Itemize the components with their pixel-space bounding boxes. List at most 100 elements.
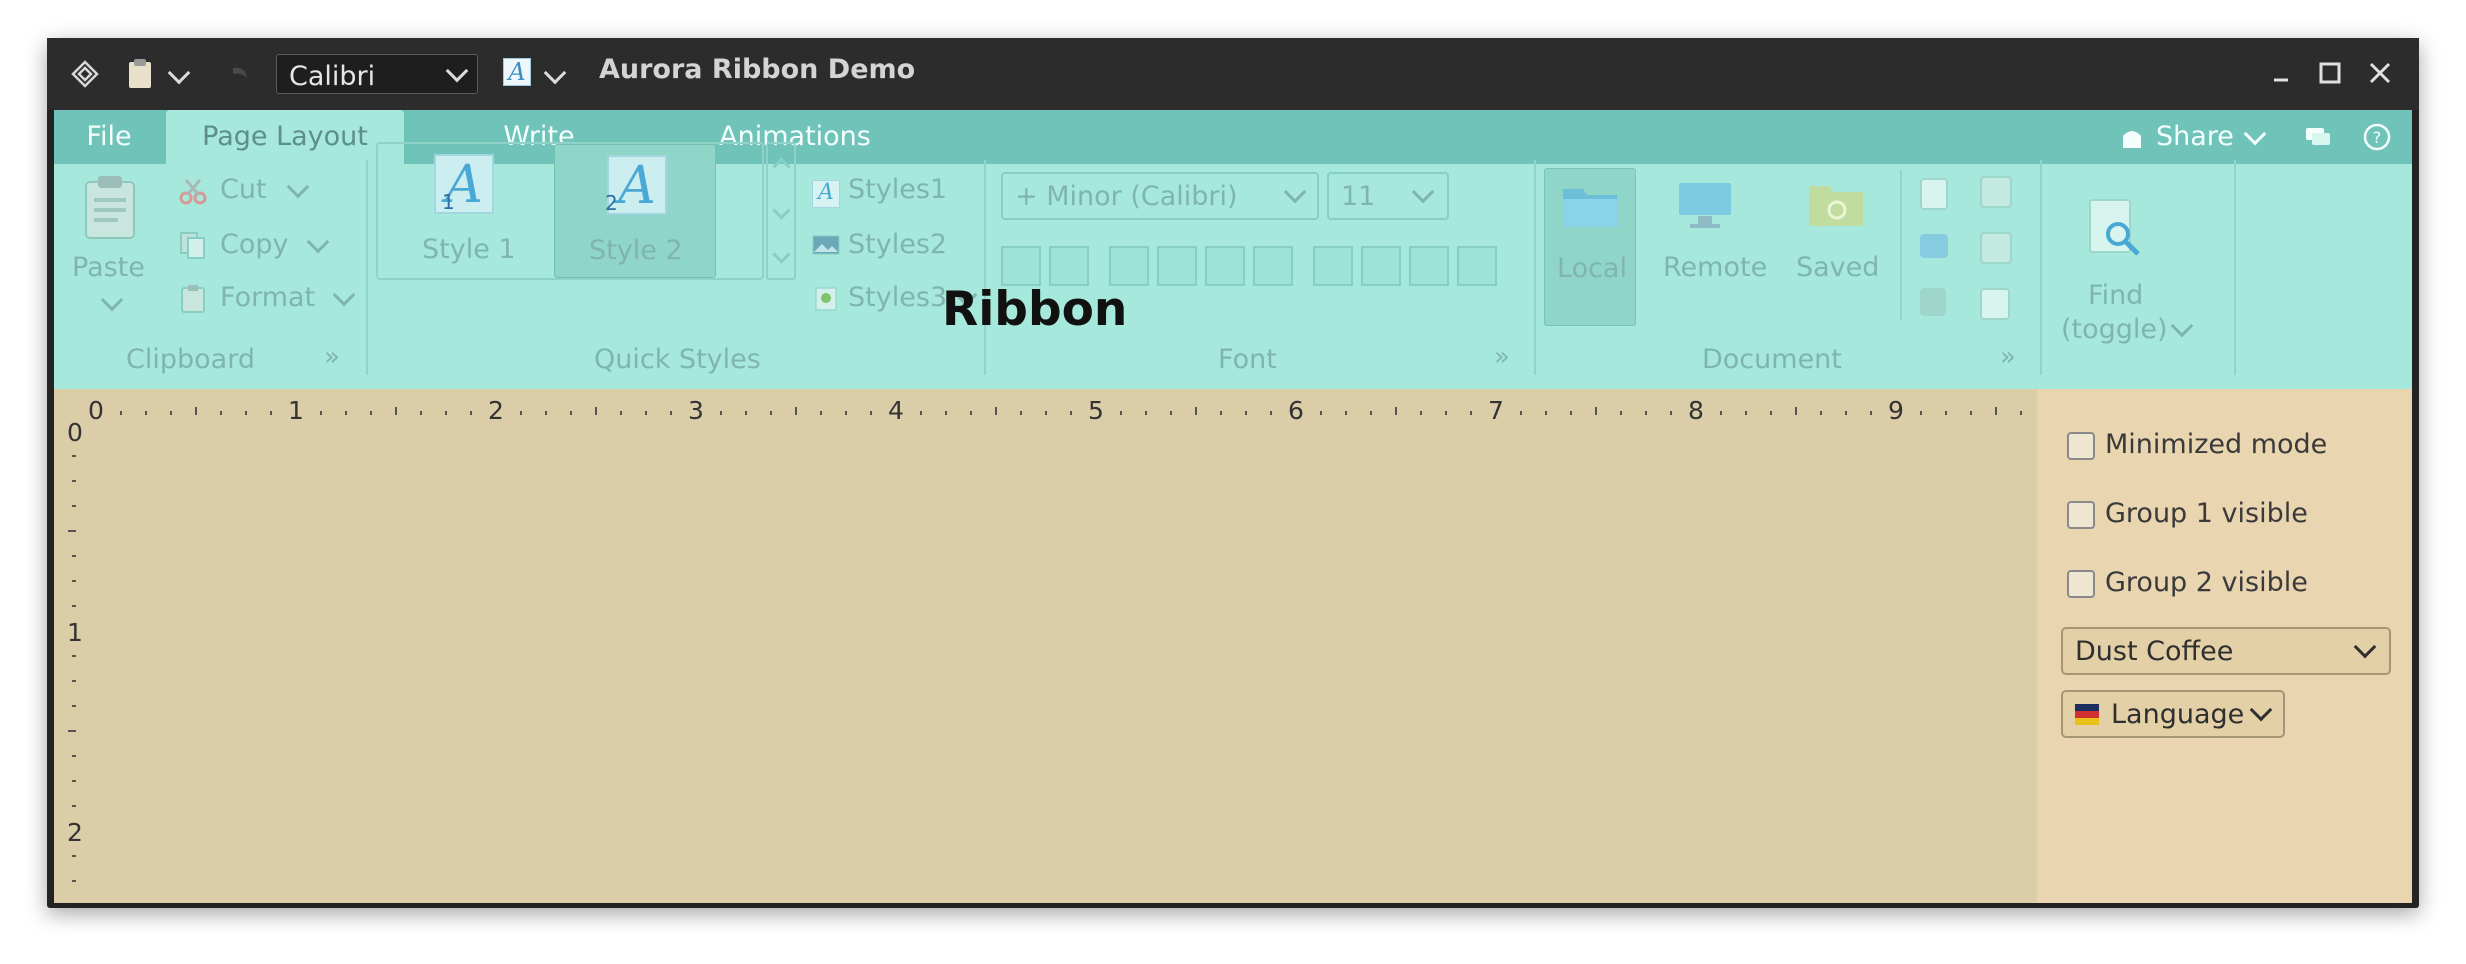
import-icon[interactable] <box>1920 288 1946 316</box>
ruler-h-label: 9 <box>1888 396 1904 425</box>
language-value: Language <box>2111 699 2245 730</box>
font-name-combo[interactable]: Calibri <box>276 54 478 94</box>
style-2-label: Style 2 <box>589 235 683 266</box>
format-chevron-icon[interactable] <box>332 283 356 307</box>
local-label: Local <box>1557 253 1627 284</box>
copy-button[interactable]: Copy <box>220 229 289 260</box>
document-expand-icon[interactable]: » <box>2000 342 2016 372</box>
minimize-icon[interactable] <box>2264 56 2298 90</box>
help-icon[interactable]: ? <box>2363 123 2391 151</box>
horizontal-ruler: 0123456789 <box>88 396 2022 425</box>
find-label-line2[interactable]: (toggle) <box>2061 314 2168 345</box>
print-icon[interactable] <box>1980 176 2012 208</box>
styles1-button[interactable]: Styles1 <box>848 174 947 205</box>
print-preview-icon[interactable] <box>1980 232 2012 264</box>
style-2-number: 2 <box>605 191 618 215</box>
cut-chevron-icon[interactable] <box>286 175 310 199</box>
group-2-visible-checkbox[interactable] <box>2067 570 2095 598</box>
vertical-ruler: 0 1 2 <box>67 418 83 882</box>
font-size-value: 11 <box>1341 181 1376 212</box>
styles3-button[interactable]: Styles3 <box>848 282 947 313</box>
share-icon <box>2123 131 2141 148</box>
ruler-v-label: 0 <box>67 418 83 447</box>
copy-chevron-icon[interactable] <box>306 230 330 254</box>
cut-button[interactable]: Cut <box>220 174 267 205</box>
share-button[interactable]: Share <box>2119 110 2269 164</box>
style-1-number: 1 <box>442 190 455 214</box>
font-family-combo[interactable]: + Minor (Calibri) <box>1001 172 1319 220</box>
indent-increase-icon[interactable] <box>1049 246 1089 286</box>
tab-file[interactable]: File <box>74 110 144 164</box>
ruler-h-label: 7 <box>1488 396 1504 425</box>
clipboard-expand-icon[interactable]: » <box>324 342 340 372</box>
paste-large-icon[interactable] <box>80 174 140 242</box>
remote-button[interactable]: Remote <box>1663 252 1767 283</box>
tab-page-layout[interactable]: Page Layout <box>166 110 404 164</box>
flag-icon <box>2075 704 2099 725</box>
ruler-h-label: 2 <box>488 396 504 425</box>
align-center-icon[interactable] <box>1361 246 1401 286</box>
font-size-combo[interactable]: 11 <box>1327 172 1449 220</box>
open-folder-icon[interactable] <box>1920 234 1948 258</box>
font-expand-icon[interactable]: » <box>1494 342 1510 372</box>
find-label-line1[interactable]: Find <box>2088 280 2143 311</box>
clipboard-group-label: Clipboard <box>126 344 255 375</box>
paste-dropdown-chevron-icon[interactable] <box>167 61 191 85</box>
quick-styles-gallery: A 1 Style 1 A 2 Style 2 <box>376 142 764 280</box>
font-style-dropdown-chevron-icon[interactable] <box>543 61 567 85</box>
chevron-down-icon <box>2243 122 2267 146</box>
language-select[interactable]: Language <box>2061 690 2285 738</box>
style-1-button[interactable]: A 1 Style 1 <box>382 144 544 278</box>
options-panel: Minimized mode Group 1 visible Group 2 v… <box>2037 389 2412 903</box>
format-icon <box>181 285 205 313</box>
paste-icon[interactable] <box>127 58 153 90</box>
document-canvas[interactable]: 0 1 2 3 4 5 6 7 8 9 0 1 2 Minimized mode Group 1 vi… <box>54 389 2412 903</box>
folder-icon <box>1563 189 1617 227</box>
minimized-mode-checkbox[interactable] <box>2067 432 2095 460</box>
indent-decrease-icon[interactable] <box>1001 246 1041 286</box>
skin-select[interactable]: Dust Coffee <box>2061 627 2391 675</box>
ruler-h-label: 4 <box>888 396 904 425</box>
underline-icon[interactable] <box>1205 246 1245 286</box>
format-button[interactable]: Format <box>220 282 315 313</box>
find-icon <box>2089 199 2140 256</box>
separator <box>2234 160 2236 375</box>
align-left-icon[interactable] <box>1313 246 1353 286</box>
saved-button[interactable]: Saved <box>1796 252 1879 283</box>
align-right-icon[interactable] <box>1409 246 1449 286</box>
close-icon[interactable] <box>2363 56 2397 90</box>
align-justify-icon[interactable] <box>1457 246 1497 286</box>
styles3-icon <box>815 287 837 311</box>
group-2-visible-label: Group 2 visible <box>2105 567 2308 598</box>
gallery-expand-icon[interactable] <box>772 245 791 264</box>
bold-icon[interactable] <box>1109 246 1149 286</box>
undo-icon[interactable] <box>225 62 251 88</box>
remote-icon <box>1679 183 1731 228</box>
font-style-icon[interactable]: A <box>503 58 531 86</box>
italic-icon[interactable] <box>1157 246 1197 286</box>
chat-icon[interactable] <box>2304 124 2332 150</box>
maximize-icon[interactable] <box>2313 56 2347 90</box>
scroll-up-icon[interactable] <box>772 157 791 176</box>
scroll-down-icon[interactable] <box>772 201 791 220</box>
new-document-icon[interactable] <box>1920 178 1948 210</box>
paste-chevron-icon[interactable] <box>100 288 124 312</box>
quick-styles-group-label: Quick Styles <box>594 344 761 375</box>
chevron-down-icon <box>1411 180 1435 204</box>
strikethrough-icon[interactable] <box>1253 246 1293 286</box>
styles2-icon <box>812 235 840 255</box>
chevron-down-icon <box>1283 180 1307 204</box>
app-menu-icon[interactable] <box>71 60 99 88</box>
zoom-page-icon[interactable] <box>1980 288 2010 320</box>
paste-label[interactable]: Paste <box>72 252 145 283</box>
ribbon: File Page Layout Write Animations Share … <box>54 110 2412 389</box>
ruler-v-label: 1 <box>67 618 83 647</box>
find-chevron-icon[interactable] <box>2170 314 2194 338</box>
font-name-value: Calibri <box>289 61 376 92</box>
separator <box>2040 160 2042 375</box>
separator <box>366 160 368 375</box>
group-1-visible-checkbox[interactable] <box>2067 501 2095 529</box>
styles2-button[interactable]: Styles2 <box>848 229 947 260</box>
local-button[interactable]: Local <box>1544 168 1636 326</box>
style-2-button[interactable]: A 2 Style 2 <box>554 144 716 278</box>
